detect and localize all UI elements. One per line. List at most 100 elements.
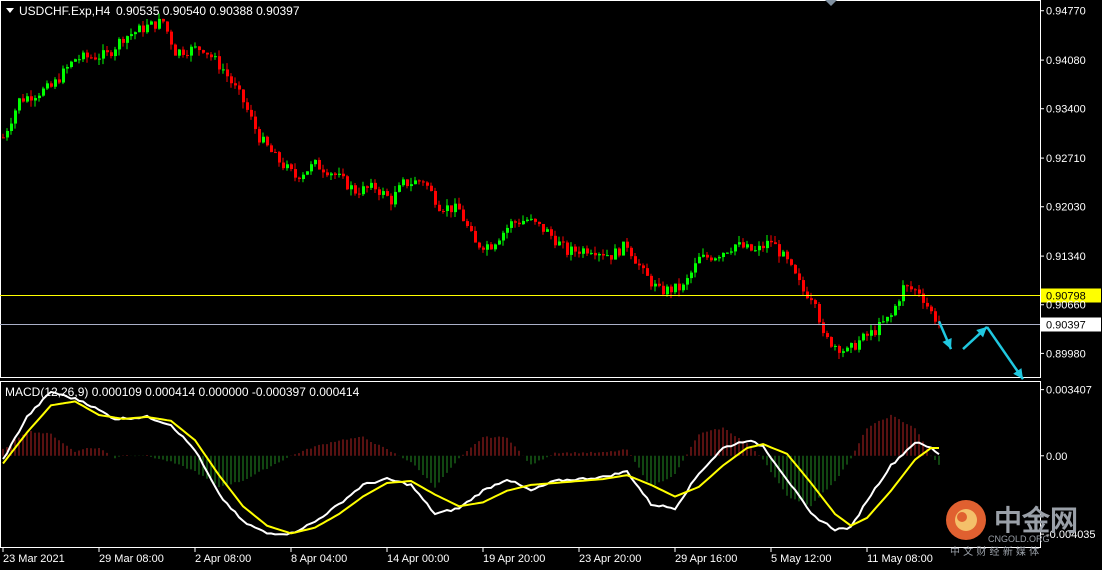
trading-chart[interactable]: 0.907980.903970.947700.940800.934000.927…	[0, 0, 1102, 570]
candle-body	[486, 244, 489, 250]
candle-body	[138, 25, 141, 33]
candle-body	[438, 204, 441, 211]
candle-body	[642, 265, 645, 269]
candle-body	[94, 57, 97, 60]
candle-body	[374, 182, 377, 190]
candle-body	[82, 52, 85, 60]
candle-body	[914, 289, 917, 291]
candle-body	[862, 333, 865, 341]
candle-body	[382, 191, 385, 195]
candle-body	[418, 180, 421, 182]
chart-background	[0, 0, 1102, 570]
candle-body	[490, 244, 493, 250]
candle-body	[54, 79, 57, 87]
candle-body	[774, 242, 777, 245]
candle-body	[22, 98, 25, 102]
candle-body	[150, 21, 153, 25]
candle-body	[638, 263, 641, 266]
candle-body	[518, 222, 521, 225]
candle-body	[170, 31, 173, 45]
candle-body	[922, 293, 925, 303]
x-tick-label: 29 Mar 08:00	[99, 553, 164, 565]
candle-body	[522, 220, 525, 225]
x-tick-label: 14 Apr 00:00	[387, 553, 449, 565]
candle-body	[678, 283, 681, 291]
candle-body	[586, 248, 589, 254]
candle-body	[878, 321, 881, 336]
candle-body	[818, 303, 821, 323]
candle-body	[810, 298, 813, 301]
candle-body	[634, 256, 637, 264]
candle-body	[246, 102, 249, 110]
candle-body	[430, 185, 433, 191]
candle-body	[90, 57, 93, 59]
candle-body	[762, 245, 765, 249]
candle-body	[846, 347, 849, 352]
candle-body	[402, 179, 405, 186]
candle-body	[758, 245, 761, 251]
candle-body	[378, 189, 381, 195]
candle-body	[238, 85, 241, 90]
candle-body	[618, 248, 621, 256]
candle-body	[258, 129, 261, 143]
candle-body	[830, 337, 833, 347]
candle-body	[14, 110, 17, 124]
candle-body	[366, 186, 369, 188]
candle-body	[146, 24, 149, 33]
candle-body	[74, 59, 77, 62]
candle-body	[930, 306, 933, 312]
candle-body	[474, 230, 477, 243]
candle-body	[302, 174, 305, 180]
candle-body	[738, 242, 741, 245]
candle-body	[134, 32, 137, 35]
ohlc-readout: 0.90535 0.90540 0.90388 0.90397	[116, 4, 300, 18]
candle-body	[570, 246, 573, 255]
candle-body	[266, 136, 269, 146]
candle-body	[502, 232, 505, 241]
candle-body	[722, 252, 725, 258]
candle-body	[550, 229, 553, 236]
candle-body	[506, 227, 509, 233]
candle-body	[710, 257, 713, 261]
candle-body	[218, 56, 221, 70]
candle-body	[194, 46, 197, 48]
x-tick-label: 11 May 08:00	[867, 553, 933, 565]
candle-body	[798, 273, 801, 281]
candle-body	[910, 286, 913, 290]
candle-body	[842, 351, 845, 353]
candle-body	[662, 285, 665, 295]
candle-body	[398, 185, 401, 192]
candle-body	[350, 185, 353, 190]
candle-body	[934, 311, 937, 322]
candle-body	[118, 38, 121, 50]
candle-body	[190, 46, 193, 56]
candle-body	[358, 193, 361, 195]
candle-body	[422, 181, 425, 183]
candle-body	[650, 275, 653, 287]
macd-y-tick-label: 0.00	[1046, 451, 1067, 463]
candle-body	[282, 162, 285, 169]
candle-body	[330, 173, 333, 176]
candle-body	[66, 67, 69, 69]
candle-body	[70, 61, 73, 68]
candle-body	[510, 221, 513, 228]
candle-body	[2, 137, 5, 139]
candle-body	[670, 286, 673, 293]
candle-body	[446, 205, 449, 212]
candle-body	[802, 280, 805, 292]
x-tick-label: 29 Apr 16:00	[675, 553, 737, 565]
candle-body	[822, 322, 825, 334]
candle-body	[838, 345, 841, 353]
candle-body	[742, 242, 745, 248]
candle-body	[434, 190, 437, 205]
candle-body	[534, 218, 537, 222]
candle-body	[154, 21, 157, 29]
symbol-label: USDCHF.Exp,H4	[19, 4, 111, 18]
candle-body	[286, 164, 289, 169]
y-tick-label: 0.94080	[1046, 55, 1086, 67]
candle-body	[406, 179, 409, 187]
cngold-logo-icon	[946, 500, 986, 540]
candle-body	[242, 89, 245, 103]
candle-body	[294, 169, 297, 178]
candle-body	[714, 258, 717, 261]
